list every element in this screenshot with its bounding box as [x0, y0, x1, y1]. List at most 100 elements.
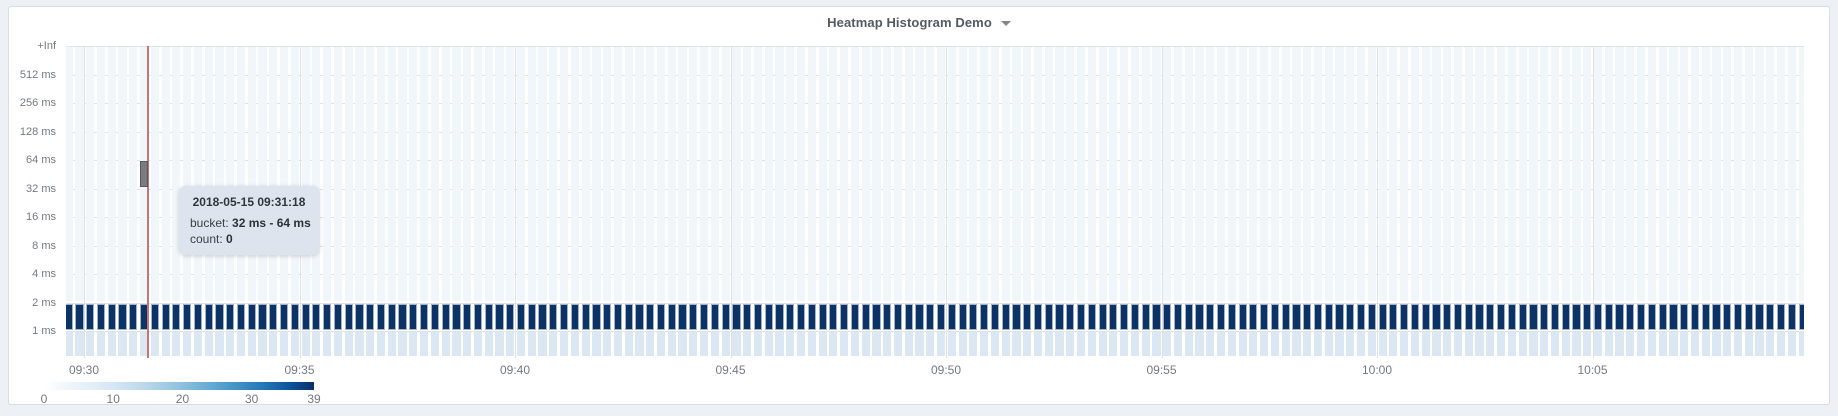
heatmap-cell[interactable]: [1228, 332, 1236, 356]
heatmap-cell[interactable]: [1465, 47, 1473, 301]
heatmap-cell[interactable]: [1282, 304, 1290, 330]
heatmap-cell[interactable]: [1497, 47, 1505, 301]
heatmap-cell[interactable]: [1206, 332, 1214, 356]
heatmap-cell[interactable]: [926, 304, 934, 330]
heatmap-cell[interactable]: [1066, 304, 1074, 330]
heatmap-cell[interactable]: [75, 304, 83, 330]
heatmap-cell[interactable]: [442, 332, 450, 356]
heatmap-cell[interactable]: [388, 304, 396, 330]
heatmap-cell[interactable]: [1077, 304, 1085, 330]
heatmap-cell[interactable]: [1626, 332, 1634, 356]
heatmap-cell[interactable]: [1131, 304, 1139, 330]
heatmap-cell[interactable]: [1648, 332, 1656, 356]
heatmap-cell[interactable]: [668, 47, 676, 301]
heatmap-cell[interactable]: [592, 47, 600, 301]
heatmap-cell[interactable]: [1368, 332, 1376, 356]
heatmap-cell[interactable]: [1228, 304, 1236, 330]
heatmap-cell[interactable]: [226, 304, 234, 330]
heatmap-cell[interactable]: [1508, 332, 1516, 356]
heatmap-cell[interactable]: [1002, 304, 1010, 330]
heatmap-cell[interactable]: [474, 47, 482, 301]
heatmap-cell[interactable]: [86, 47, 94, 301]
heatmap-cell[interactable]: [205, 332, 213, 356]
heatmap-cell[interactable]: [215, 47, 223, 301]
heatmap-cell[interactable]: [948, 47, 956, 301]
heatmap-cell[interactable]: [1594, 304, 1602, 330]
heatmap-cell[interactable]: [172, 304, 180, 330]
heatmap-plot[interactable]: [66, 46, 1804, 358]
heatmap-cell[interactable]: [829, 304, 837, 330]
heatmap-cell[interactable]: [1723, 47, 1731, 301]
heatmap-cell[interactable]: [1702, 332, 1710, 356]
heatmap-cell[interactable]: [1325, 332, 1333, 356]
heatmap-cell[interactable]: [1142, 304, 1150, 330]
heatmap-cell[interactable]: [452, 332, 460, 356]
heatmap-cell[interactable]: [1142, 332, 1150, 356]
heatmap-cell[interactable]: [1357, 332, 1365, 356]
heatmap-cell[interactable]: [625, 332, 633, 356]
heatmap-cell[interactable]: [1659, 304, 1667, 330]
heatmap-cell[interactable]: [237, 332, 245, 356]
heatmap-cell[interactable]: [1691, 304, 1699, 330]
heatmap-cell[interactable]: [1669, 332, 1677, 356]
heatmap-cell[interactable]: [248, 332, 256, 356]
heatmap-cell[interactable]: [872, 47, 880, 301]
heatmap-cell[interactable]: [1734, 332, 1742, 356]
heatmap-cell[interactable]: [959, 332, 967, 356]
heatmap-cell[interactable]: [646, 332, 654, 356]
heatmap-cell[interactable]: [1529, 47, 1537, 301]
heatmap-cell[interactable]: [1314, 47, 1322, 301]
heatmap-cell[interactable]: [258, 304, 266, 330]
heatmap-cell[interactable]: [528, 304, 536, 330]
heatmap-cell[interactable]: [1755, 332, 1763, 356]
heatmap-cell[interactable]: [678, 304, 686, 330]
heatmap-cell[interactable]: [1045, 304, 1053, 330]
heatmap-cell[interactable]: [237, 47, 245, 301]
heatmap-cell[interactable]: [657, 332, 665, 356]
heatmap-cell[interactable]: [635, 332, 643, 356]
heatmap-cell[interactable]: [162, 47, 170, 301]
heatmap-cell[interactable]: [1400, 332, 1408, 356]
heatmap-cell[interactable]: [582, 332, 590, 356]
heatmap-cell[interactable]: [549, 304, 557, 330]
heatmap-cell[interactable]: [1745, 332, 1753, 356]
heatmap-cell[interactable]: [528, 47, 536, 301]
heatmap-cell[interactable]: [1099, 47, 1107, 301]
heatmap-cell[interactable]: [463, 332, 471, 356]
heatmap-cell[interactable]: [711, 332, 719, 356]
heatmap-cell[interactable]: [797, 47, 805, 301]
heatmap-cell[interactable]: [1659, 332, 1667, 356]
heatmap-cell[interactable]: [1755, 304, 1763, 330]
heatmap-cell[interactable]: [1260, 47, 1268, 301]
heatmap-cell[interactable]: [905, 304, 913, 330]
heatmap-cell[interactable]: [948, 332, 956, 356]
heatmap-cell[interactable]: [1432, 332, 1440, 356]
heatmap-cell[interactable]: [506, 332, 514, 356]
heatmap-cell[interactable]: [1691, 47, 1699, 301]
heatmap-cell[interactable]: [291, 304, 299, 330]
heatmap-cell[interactable]: [1249, 304, 1257, 330]
heatmap-cell[interactable]: [1454, 332, 1462, 356]
heatmap-cell[interactable]: [1680, 304, 1688, 330]
heatmap-cell[interactable]: [1411, 304, 1419, 330]
heatmap-cell[interactable]: [129, 332, 137, 356]
heatmap-cell[interactable]: [97, 304, 105, 330]
heatmap-cell[interactable]: [1465, 332, 1473, 356]
heatmap-cell[interactable]: [1206, 304, 1214, 330]
heatmap-cell[interactable]: [1712, 304, 1720, 330]
heatmap-cell[interactable]: [1346, 304, 1354, 330]
heatmap-cell[interactable]: [269, 47, 277, 301]
heatmap-cell[interactable]: [1239, 332, 1247, 356]
heatmap-cell[interactable]: [129, 304, 137, 330]
heatmap-cell[interactable]: [1712, 47, 1720, 301]
heatmap-cell[interactable]: [1055, 332, 1063, 356]
heatmap-cell[interactable]: [862, 304, 870, 330]
heatmap-cell[interactable]: [1109, 47, 1117, 301]
heatmap-cell[interactable]: [528, 332, 536, 356]
heatmap-cell[interactable]: [517, 332, 525, 356]
heatmap-cell[interactable]: [840, 332, 848, 356]
heatmap-cell[interactable]: [1023, 332, 1031, 356]
heatmap-cell[interactable]: [657, 47, 665, 301]
heatmap-cell[interactable]: [1486, 332, 1494, 356]
heatmap-cell[interactable]: [1615, 47, 1623, 301]
